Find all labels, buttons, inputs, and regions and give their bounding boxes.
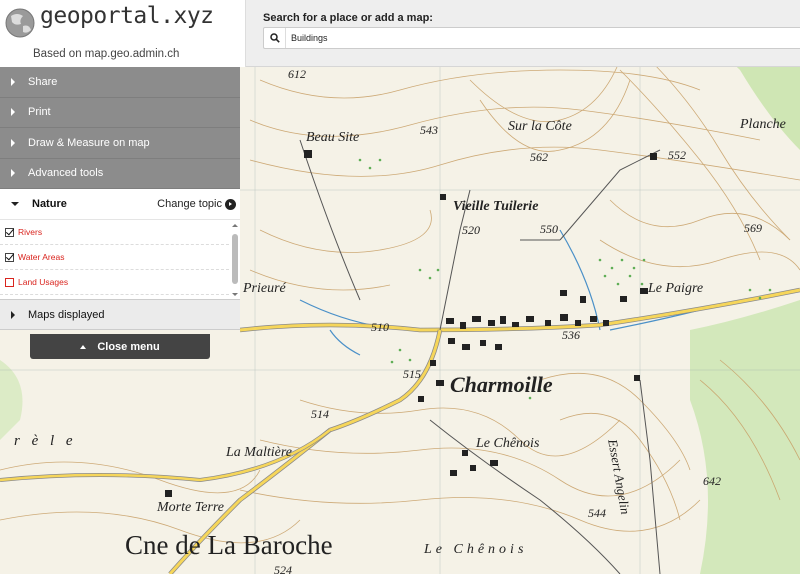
elevation-label: 612 bbox=[288, 67, 306, 81]
scroll-down-icon[interactable] bbox=[232, 293, 238, 296]
topic-header[interactable]: Nature Change topic bbox=[0, 189, 240, 220]
menu-item-label: Advanced tools bbox=[28, 167, 104, 180]
place-vieille-tuilerie: Vieille Tuilerie bbox=[453, 199, 539, 214]
place-planche: Planche bbox=[740, 117, 786, 132]
topic-title: Nature bbox=[32, 198, 67, 210]
caret-up-icon bbox=[80, 344, 87, 349]
elevation-label: 515 bbox=[403, 367, 421, 381]
elevation-label: 550 bbox=[540, 222, 558, 236]
place-prieure: Prieuré bbox=[243, 281, 286, 296]
search-bar: Search for a place or add a map: bbox=[246, 0, 800, 67]
change-topic-label: Change topic bbox=[157, 198, 222, 210]
layer-item-land-usages[interactable]: Land Usages bbox=[0, 270, 229, 295]
globe-logo-icon bbox=[5, 8, 35, 38]
arrow-circle-right-icon bbox=[225, 198, 236, 210]
elevation-label: 543 bbox=[420, 123, 438, 137]
close-menu-label: Close menu bbox=[97, 340, 160, 353]
checkbox-checked-icon[interactable] bbox=[5, 227, 14, 237]
elevation-label: 536 bbox=[562, 328, 580, 342]
place-morte-terre: Morte Terre bbox=[157, 500, 225, 515]
close-menu-button[interactable]: Close menu bbox=[30, 334, 210, 359]
place-le-paigre: Le Paigre bbox=[648, 281, 704, 296]
caret-right-icon bbox=[11, 138, 15, 147]
place-sur-la-cote: Sur la Côte bbox=[508, 119, 572, 134]
elevation-label: 642 bbox=[703, 474, 721, 488]
menu-item-label: Print bbox=[28, 106, 51, 119]
place-le-chenois-2: Le Chênois bbox=[424, 542, 528, 557]
app-brand: geoportal.xyz bbox=[40, 3, 214, 29]
place-cne-de-la-baroche: Cne de La Baroche bbox=[125, 530, 333, 560]
place-charmoille: Charmoille bbox=[450, 372, 553, 397]
place-rele: r è l e bbox=[14, 433, 77, 449]
layer-label: Water Areas bbox=[18, 252, 65, 262]
layer-label: Rivers bbox=[18, 227, 43, 237]
elevation-label: 520 bbox=[462, 223, 480, 237]
search-field[interactable] bbox=[263, 27, 800, 49]
menu-item-label: Draw & Measure on map bbox=[28, 136, 150, 149]
elevation-label: 562 bbox=[530, 150, 548, 164]
menu-item-share[interactable]: Share bbox=[0, 67, 240, 98]
menu-item-label: Maps displayed bbox=[28, 308, 105, 321]
change-topic-link[interactable]: Change topic bbox=[157, 198, 236, 210]
layer-list: Rivers Water Areas Land Usages bbox=[0, 220, 240, 300]
elevation-label: 552 bbox=[668, 148, 686, 162]
app-subtitle: Based on map.geo.admin.ch bbox=[33, 48, 180, 60]
layer-item-water-areas[interactable]: Water Areas bbox=[0, 245, 229, 270]
caret-right-icon bbox=[11, 108, 15, 117]
place-la-maltiere: La Maltière bbox=[226, 445, 292, 460]
layer-label: Land Usages bbox=[18, 277, 69, 287]
caret-down-icon bbox=[11, 202, 19, 206]
layer-item-rivers[interactable]: Rivers bbox=[0, 220, 229, 245]
side-menu: Share Print Draw & Measure on map Advanc… bbox=[0, 67, 240, 330]
layer-list-scrollbar[interactable] bbox=[232, 224, 238, 296]
menu-item-print[interactable]: Print bbox=[0, 97, 240, 128]
elevation-label: 569 bbox=[744, 221, 762, 235]
search-input[interactable] bbox=[286, 33, 786, 43]
search-icon[interactable] bbox=[264, 28, 286, 48]
place-beau-site: Beau Site bbox=[306, 130, 360, 145]
menu-item-advanced-tools[interactable]: Advanced tools bbox=[0, 158, 240, 189]
caret-right-icon bbox=[11, 77, 15, 86]
checkbox-checked-icon[interactable] bbox=[5, 252, 14, 262]
elevation-label: 524 bbox=[274, 563, 292, 574]
checkbox-unchecked-icon[interactable] bbox=[5, 277, 14, 287]
elevation-label: 544 bbox=[588, 506, 606, 520]
place-le-chenois: Le Chênois bbox=[476, 436, 540, 451]
elevation-label: 510 bbox=[371, 320, 389, 334]
scroll-thumb[interactable] bbox=[232, 234, 238, 284]
menu-item-maps-displayed[interactable]: Maps displayed bbox=[0, 300, 240, 330]
menu-item-label: Share bbox=[28, 75, 58, 88]
caret-right-icon bbox=[11, 169, 15, 178]
logo-area[interactable]: geoportal.xyz Based on map.geo.admin.ch bbox=[0, 0, 246, 67]
caret-right-icon bbox=[11, 310, 15, 319]
menu-item-draw-measure[interactable]: Draw & Measure on map bbox=[0, 128, 240, 159]
scroll-up-icon[interactable] bbox=[232, 224, 238, 227]
search-label: Search for a place or add a map: bbox=[263, 12, 433, 24]
elevation-label: 514 bbox=[311, 407, 329, 421]
